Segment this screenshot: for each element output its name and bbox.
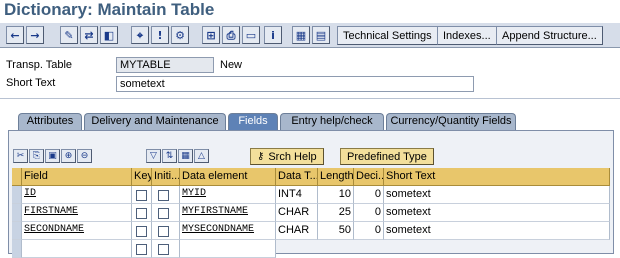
application-toolbar: ← → ✎ ⇄ ◧ ⌖ ! ⚙ ⊞ ⎙ ▭ i ▦ ▤ Technical Se… (0, 22, 620, 48)
initial-checkbox[interactable] (158, 244, 169, 255)
tab-attributes[interactable]: Attributes (18, 113, 82, 130)
srch-help-label: Srch Help (268, 150, 317, 163)
cut-icon[interactable]: ✂ (13, 149, 28, 163)
short-text-label: Short Text (6, 77, 56, 89)
row-selector[interactable] (12, 240, 22, 258)
technical-settings-button[interactable]: Technical Settings (337, 26, 438, 45)
insert-row-icon[interactable]: ⊕ (61, 149, 76, 163)
col-header-short-text[interactable]: Short Text (384, 168, 610, 186)
display-icon[interactable]: ▤ (312, 26, 330, 44)
initial-cell (152, 222, 180, 240)
col-header-field[interactable]: Field (22, 168, 132, 186)
key-cell (132, 186, 152, 204)
row-selector[interactable] (12, 222, 22, 240)
initial-cell (152, 186, 180, 204)
where-used-icon[interactable]: ⌖ (131, 26, 149, 44)
decimals-cell: 0 (354, 186, 384, 204)
col-header-data-element[interactable]: Data element (180, 168, 276, 186)
short-text-cell: sometext (384, 222, 610, 240)
hierarchy-icon[interactable]: ⊞ (202, 26, 220, 44)
layout-icon[interactable]: ▦ (292, 26, 310, 44)
srch-help-button[interactable]: ⚷ Srch Help (250, 148, 324, 165)
display-change-icon[interactable]: ⇄ (80, 26, 98, 44)
indexes-button[interactable]: Indexes... (437, 26, 497, 45)
initial-checkbox[interactable] (158, 190, 169, 201)
length-cell: 25 (318, 204, 354, 222)
key-cell (132, 240, 152, 258)
data-element-cell[interactable]: MYFIRSTNAME (180, 204, 276, 222)
col-header-initial[interactable]: Initi... (152, 168, 180, 186)
length-cell: 50 (318, 222, 354, 240)
data-element-cell[interactable]: MYSECONDNAME (180, 222, 276, 240)
key-cell (132, 204, 152, 222)
tab-currency-quantity-fields[interactable]: Currency/Quantity Fields (386, 113, 516, 130)
info-icon[interactable]: i (264, 26, 282, 44)
data-type-cell: INT4 (276, 186, 318, 204)
forward-icon[interactable]: → (26, 26, 44, 44)
key-checkbox[interactable] (136, 226, 147, 237)
key-checkbox[interactable] (136, 190, 147, 201)
field-name-cell[interactable]: FIRSTNAME (22, 204, 132, 222)
key-cell (132, 222, 152, 240)
data-type-cell: CHAR (276, 204, 318, 222)
data-element-cell[interactable]: MYID (180, 186, 276, 204)
predefined-type-button[interactable]: Predefined Type (340, 148, 434, 165)
key-checkbox[interactable] (136, 208, 147, 219)
field-name-cell[interactable] (22, 240, 132, 258)
edit-icon[interactable]: ✎ (60, 26, 78, 44)
initial-checkbox[interactable] (158, 208, 169, 219)
field-name-cell[interactable]: ID (22, 186, 132, 204)
divider (0, 98, 620, 99)
window-title: Dictionary: Maintain Table (4, 0, 215, 19)
filter-icon[interactable]: ▽ (146, 149, 161, 163)
col-header-length[interactable]: Length (318, 168, 354, 186)
table-settings-icon[interactable]: ▦ (178, 149, 193, 163)
tab-entry-help-check[interactable]: Entry help/check (280, 113, 384, 130)
table-name-field[interactable]: MYTABLE (116, 57, 214, 73)
key-checkbox[interactable] (136, 244, 147, 255)
check-icon[interactable]: ! (151, 26, 169, 44)
data-type-cell: CHAR (276, 222, 318, 240)
col-header-key[interactable]: Key (132, 168, 152, 186)
short-text-cell: sometext (384, 204, 610, 222)
status-text: New (220, 59, 243, 71)
length-cell: 10 (318, 186, 354, 204)
sort-icon[interactable]: ⇅ (162, 149, 177, 163)
short-text-field[interactable]: sometext (116, 76, 474, 92)
append-structure-button[interactable]: Append Structure... (496, 26, 603, 45)
initial-cell (152, 240, 180, 258)
back-icon[interactable]: ← (6, 26, 24, 44)
row-selector[interactable] (12, 186, 22, 204)
other-object-icon[interactable]: ◧ (100, 26, 118, 44)
short-text-cell: sometext (384, 186, 610, 204)
data-element-cell[interactable] (180, 240, 276, 258)
decimals-cell: 0 (354, 222, 384, 240)
tab-delivery-and-maintenance[interactable]: Delivery and Maintenance (84, 113, 226, 130)
row-selector[interactable] (12, 204, 22, 222)
initial-checkbox[interactable] (158, 226, 169, 237)
field-name-cell[interactable]: SECONDNAME (22, 222, 132, 240)
col-header-data-type[interactable]: Data T... (276, 168, 318, 186)
delete-row-icon[interactable]: ⊖ (77, 149, 92, 163)
paste-icon[interactable]: ▣ (45, 149, 60, 163)
note-icon[interactable]: ▭ (242, 26, 260, 44)
scroll-up-icon[interactable]: △ (194, 149, 209, 163)
key-icon: ⚷ (257, 151, 265, 162)
col-header-decimals[interactable]: Deci... (354, 168, 384, 186)
row-selector-header[interactable] (12, 168, 22, 186)
print-icon[interactable]: ⎙ (222, 26, 240, 44)
copy-icon[interactable]: ⎘ (29, 149, 44, 163)
initial-cell (152, 204, 180, 222)
transp-table-label: Transp. Table (6, 59, 73, 71)
activate-icon[interactable]: ⚙ (171, 26, 189, 44)
title-bar: Dictionary: Maintain Table (0, 0, 620, 21)
decimals-cell: 0 (354, 204, 384, 222)
tab-fields[interactable]: Fields (228, 113, 278, 130)
